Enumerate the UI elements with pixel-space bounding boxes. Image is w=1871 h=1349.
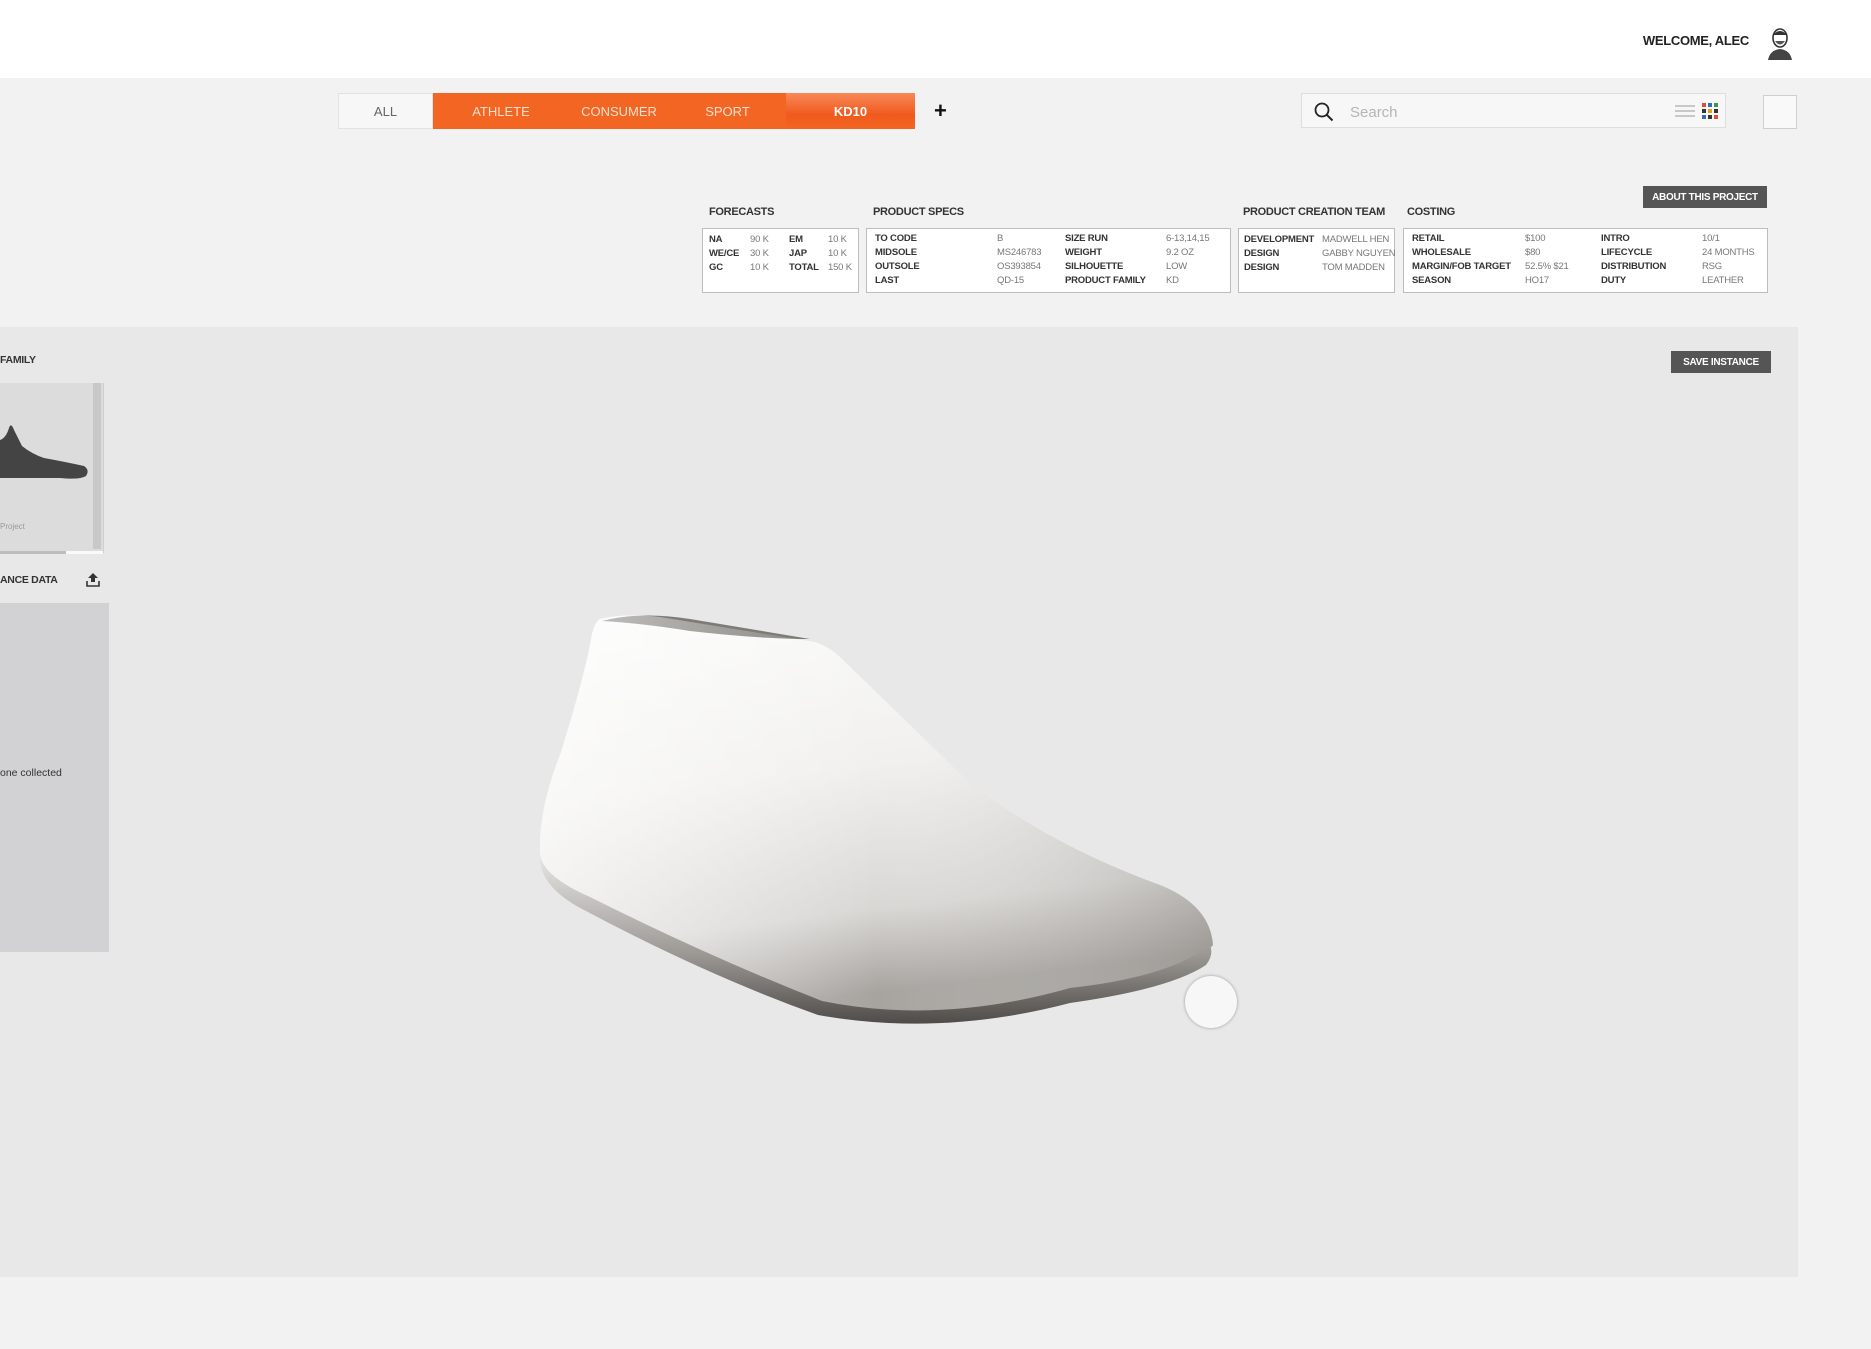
shoe-thumbnail-icon — [0, 425, 88, 479]
about-project-button[interactable]: ABOUT THIS PROJECT — [1643, 186, 1767, 208]
forecasts-title: FORECASTS — [709, 206, 775, 218]
tab-kd10[interactable]: KD10 — [786, 93, 915, 129]
tab-athlete[interactable]: ATHLETE — [433, 93, 569, 129]
costing-title: COSTING — [1407, 206, 1456, 218]
rotate-handle[interactable] — [1185, 976, 1237, 1028]
welcome-text: WELCOME, ALEC — [1642, 33, 1749, 48]
shoe-last-3d-model[interactable] — [530, 605, 1250, 1035]
add-tab-button[interactable]: + — [934, 98, 947, 124]
search-icon — [1314, 102, 1334, 122]
family-card-caption: Project — [0, 522, 25, 531]
performance-data-label: ANCE DATA — [0, 574, 58, 586]
tab-consumer[interactable]: CONSUMER — [569, 93, 669, 129]
product-specs-panel: TO CODE B SIZE RUN 6-13,14,15 MIDSOLE MS… — [866, 228, 1231, 293]
forecasts-panel: NA 90 K EM 10 K WE/CE 30 K JAP 10 K GC 1… — [702, 228, 859, 293]
options-button[interactable] — [1763, 95, 1797, 129]
tab-all[interactable]: ALL — [338, 93, 433, 129]
team-panel: DEVELOPMENT MADWELL HEN DESIGN GABBY NGU… — [1238, 228, 1396, 293]
family-label: FAMILY — [0, 354, 36, 366]
top-bar: WELCOME, ALEC — [0, 0, 1871, 78]
team-title: PRODUCT CREATION TEAM — [1243, 206, 1385, 218]
performance-empty-text: one collected — [0, 767, 62, 779]
family-card-scrollbar[interactable] — [93, 383, 101, 549]
product-specs-title: PRODUCT SPECS — [873, 206, 964, 218]
search-bar — [1301, 93, 1726, 128]
list-view-icon[interactable] — [1675, 104, 1695, 118]
category-tabs: ALL ATHLETE CONSUMER SPORT KD10 — [338, 93, 915, 129]
search-input[interactable] — [1348, 100, 1652, 124]
grid-view-icon[interactable] — [1702, 103, 1718, 119]
user-avatar-icon[interactable] — [1766, 26, 1794, 60]
costing-panel: RETAIL $100 INTRO 10/1 WHOLESALE $80 LIF… — [1403, 228, 1768, 293]
save-instance-button[interactable]: SAVE INSTANCE — [1671, 351, 1771, 373]
family-card-progress-thumb[interactable] — [0, 551, 66, 554]
upload-icon[interactable] — [86, 572, 100, 587]
tab-sport[interactable]: SPORT — [669, 93, 786, 129]
